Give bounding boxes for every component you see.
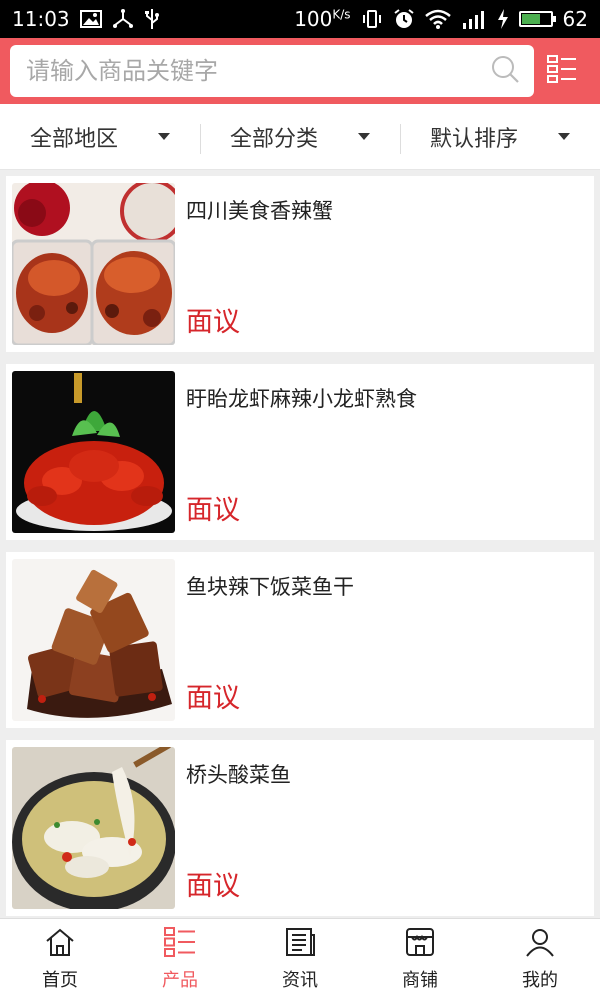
product-price: 面议 — [186, 683, 240, 714]
status-time: 11:03 — [12, 7, 70, 31]
nav-label: 首页 — [42, 970, 78, 991]
search-header — [0, 38, 600, 104]
image-icon — [79, 10, 102, 28]
filter-region[interactable]: 全部地区 — [0, 104, 200, 169]
alarm-icon — [393, 8, 415, 30]
product-price: 面议 — [186, 495, 240, 526]
charging-icon — [497, 9, 509, 29]
filter-category[interactable]: 全部分类 — [200, 104, 400, 169]
net-speed: 100K/s — [294, 7, 351, 31]
products-icon — [164, 927, 196, 962]
product-info: 桥头酸菜鱼 面议 — [175, 747, 588, 909]
signal-icon — [461, 9, 487, 29]
product-price: 面议 — [186, 307, 240, 338]
product-info: 鱼块辣下饭菜鱼干 面议 — [175, 559, 588, 721]
product-card[interactable]: 鱼块辣下饭菜鱼干 面议 — [6, 552, 594, 728]
nav-profile[interactable]: 我的 — [480, 919, 600, 1000]
status-bar: 11:03 100K/s 62 — [0, 0, 600, 38]
shop-icon — [404, 927, 436, 962]
profile-icon — [524, 927, 556, 962]
filter-sort[interactable]: 默认排序 — [400, 104, 600, 169]
usb-icon — [144, 8, 160, 30]
nav-shop[interactable]: 商铺 — [360, 919, 480, 1000]
product-list: 四川美食香辣蟹 面议 盱眙龙虾麻辣小龙虾熟食 面议 鱼块辣下饭菜鱼干 面议 桥头… — [6, 176, 594, 928]
product-info: 盱眙龙虾麻辣小龙虾熟食 面议 — [175, 371, 588, 533]
product-image-pickled-fish[interactable] — [12, 747, 175, 909]
nav-products[interactable]: 产品 — [120, 919, 240, 1000]
battery-level — [521, 14, 541, 24]
caret-down-icon — [358, 133, 370, 140]
nav-news[interactable]: 资讯 — [240, 919, 360, 1000]
wifi-icon — [424, 9, 451, 29]
search-input[interactable] — [26, 57, 466, 85]
product-card[interactable]: 盱眙龙虾麻辣小龙虾熟食 面议 — [6, 364, 594, 540]
filter-label: 默认排序 — [429, 126, 518, 152]
caret-down-icon — [158, 133, 170, 140]
vibrate-icon — [361, 9, 383, 29]
product-title[interactable]: 桥头酸菜鱼 — [186, 759, 588, 789]
battery-icon — [518, 11, 556, 27]
product-title[interactable]: 四川美食香辣蟹 — [186, 195, 588, 225]
net-speed-unit: K/s — [332, 7, 351, 22]
list-menu-icon — [547, 55, 577, 87]
home-icon — [44, 927, 76, 962]
product-card[interactable]: 桥头酸菜鱼 面议 — [6, 740, 594, 916]
product-title[interactable]: 盱眙龙虾麻辣小龙虾熟食 — [186, 383, 588, 413]
product-price: 面议 — [186, 871, 240, 902]
product-image-spicy-crab[interactable] — [12, 183, 175, 345]
product-info: 四川美食香辣蟹 面议 — [175, 183, 588, 345]
search-box[interactable] — [10, 45, 534, 97]
product-image-crayfish[interactable] — [12, 371, 175, 533]
product-title[interactable]: 鱼块辣下饭菜鱼干 — [186, 571, 588, 601]
news-icon — [284, 927, 316, 962]
status-left: 11:03 — [12, 7, 160, 31]
filter-bar: 全部地区 全部分类 默认排序 — [0, 104, 600, 170]
nav-label: 我的 — [522, 970, 558, 991]
category-menu-button[interactable] — [534, 38, 590, 104]
caret-down-icon — [558, 133, 570, 140]
nav-label: 商铺 — [402, 970, 438, 991]
bottom-nav: 首页 产品 资讯 商铺 我的 — [0, 918, 600, 1000]
usb-share-icon — [112, 9, 134, 29]
status-right: 100K/s 62 — [294, 7, 588, 31]
nav-home[interactable]: 首页 — [0, 919, 120, 1000]
product-card[interactable]: 四川美食香辣蟹 面议 — [6, 176, 594, 352]
filter-label: 全部地区 — [29, 126, 118, 152]
nav-label: 资讯 — [282, 970, 318, 991]
nav-label: 产品 — [162, 970, 198, 991]
battery-percent: 62 — [562, 7, 588, 31]
search-icon[interactable] — [490, 54, 520, 88]
filter-label: 全部分类 — [229, 126, 318, 152]
product-image-fish-chunks[interactable] — [12, 559, 175, 721]
